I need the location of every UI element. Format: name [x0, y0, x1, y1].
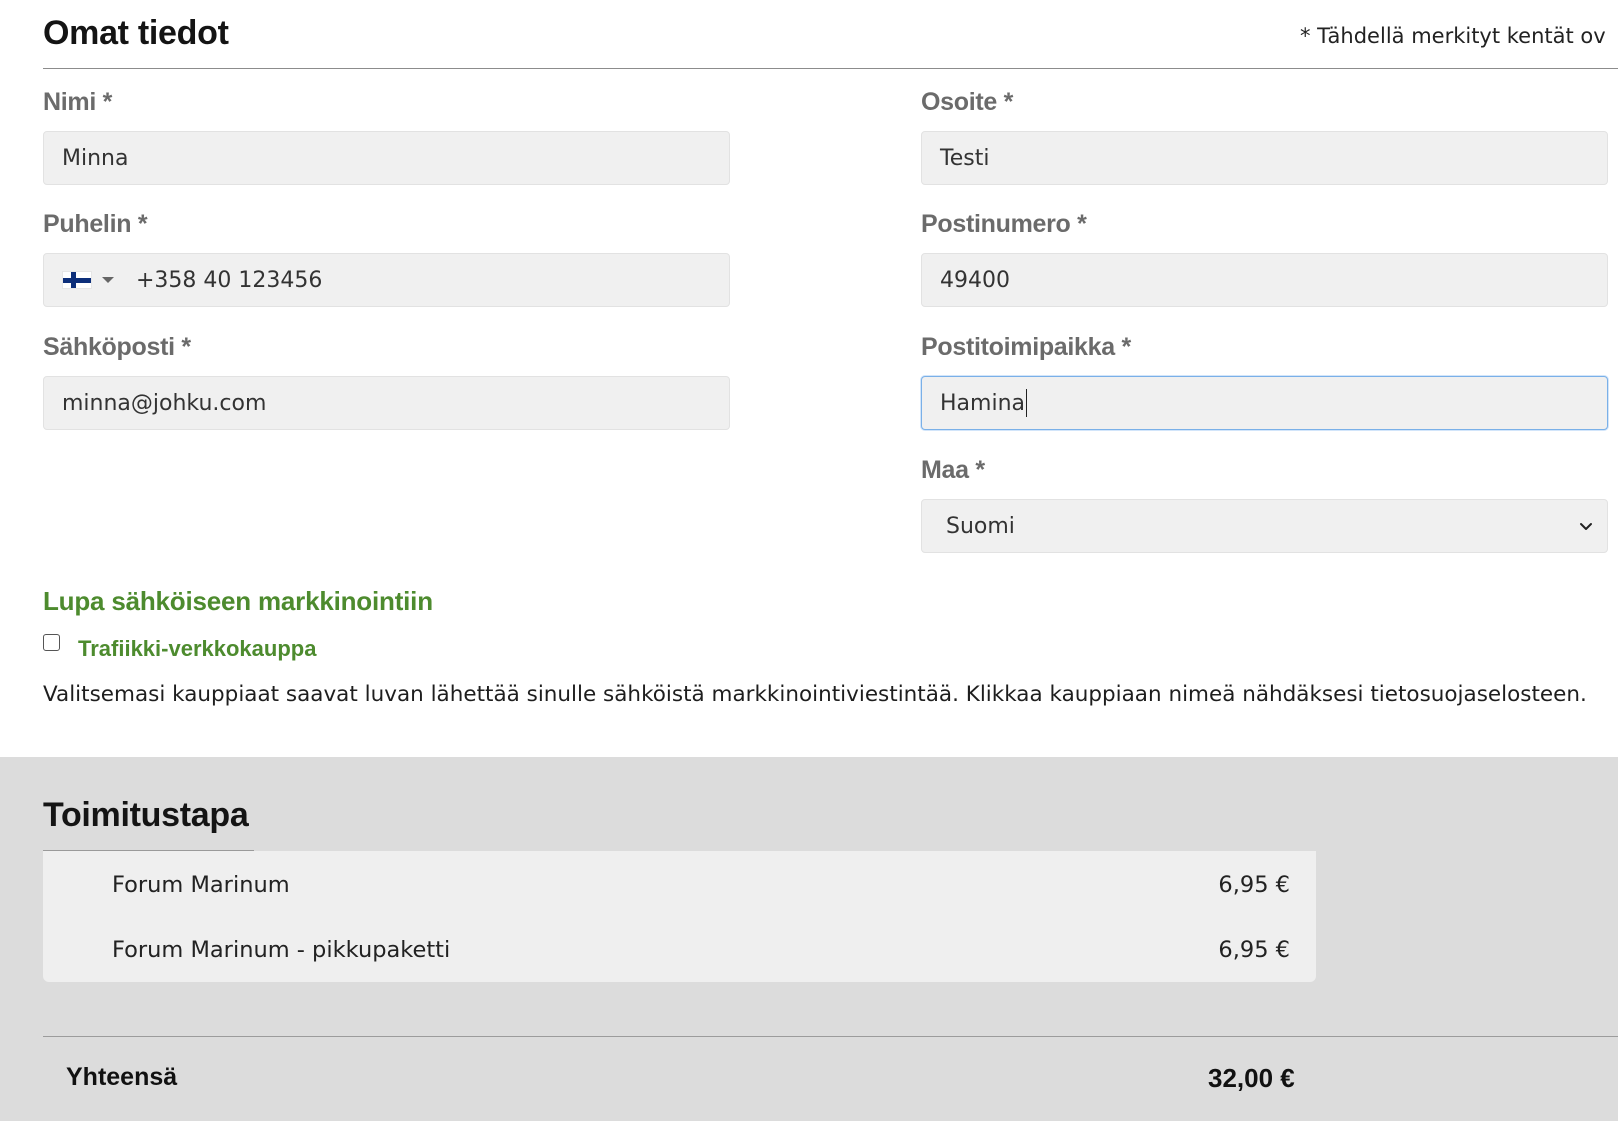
shipping-title: Toimitustapa: [43, 796, 249, 834]
postal-code-value: 49400: [940, 267, 1010, 293]
country-label: Maa *: [921, 456, 985, 484]
city-value: Hamina: [940, 390, 1025, 416]
address-field[interactable]: Testi: [921, 131, 1608, 185]
chevron-down-icon: [1580, 523, 1592, 530]
total-label: Yhteensä: [66, 1063, 178, 1091]
caret-down-icon: [102, 277, 114, 283]
marketing-checkbox[interactable]: [43, 634, 60, 651]
name-field[interactable]: Minna: [43, 131, 730, 185]
country-value: Suomi: [946, 513, 1015, 539]
name-label: Nimi *: [43, 88, 113, 116]
country-code-selector[interactable]: [62, 271, 114, 289]
shipping-options-list: Forum Marinum 6,95 € Forum Marinum - pik…: [43, 851, 1316, 982]
personal-info-title: Omat tiedot: [43, 14, 229, 52]
shipping-option-name: Forum Marinum - pikkupaketti: [112, 937, 451, 963]
marketing-info-text: Valitsemasi kauppiaat saavat luvan lähet…: [43, 682, 1587, 707]
city-field[interactable]: Hamina: [921, 376, 1608, 430]
phone-field[interactable]: +358 40 123456: [43, 253, 730, 307]
text-cursor: [1026, 389, 1027, 417]
required-fields-note: * Tähdellä merkityt kentät ov: [1300, 24, 1606, 48]
phone-label: Puhelin *: [43, 210, 148, 238]
city-label: Postitoimipaikka *: [921, 333, 1131, 361]
shipping-option-name: Forum Marinum: [112, 872, 290, 898]
address-label: Osoite *: [921, 88, 1014, 116]
name-value: Minna: [62, 145, 129, 171]
finland-flag-icon: [62, 271, 92, 289]
total-value: 32,00 €: [1208, 1063, 1295, 1093]
postal-code-field[interactable]: 49400: [921, 253, 1608, 307]
title-divider: [43, 68, 1618, 69]
marketing-consent-heading: Lupa sähköiseen markkinointiin: [43, 586, 433, 616]
postal-code-label: Postinumero *: [921, 210, 1087, 238]
email-label: Sähköposti *: [43, 333, 191, 361]
email-value: minna@johku.com: [62, 390, 267, 416]
shipping-option-price: 6,95 €: [1218, 937, 1290, 963]
shipping-option[interactable]: Forum Marinum - pikkupaketti 6,95 €: [43, 924, 1316, 976]
total-divider: [43, 1036, 1618, 1037]
phone-value: +358 40 123456: [136, 267, 323, 293]
country-select[interactable]: Suomi: [921, 499, 1608, 553]
merchant-link[interactable]: Trafiikki-verkkokauppa: [78, 636, 316, 662]
shipping-option[interactable]: Forum Marinum 6,95 €: [43, 859, 1316, 911]
shipping-option-price: 6,95 €: [1218, 872, 1290, 898]
address-value: Testi: [940, 145, 990, 171]
email-field[interactable]: minna@johku.com: [43, 376, 730, 430]
